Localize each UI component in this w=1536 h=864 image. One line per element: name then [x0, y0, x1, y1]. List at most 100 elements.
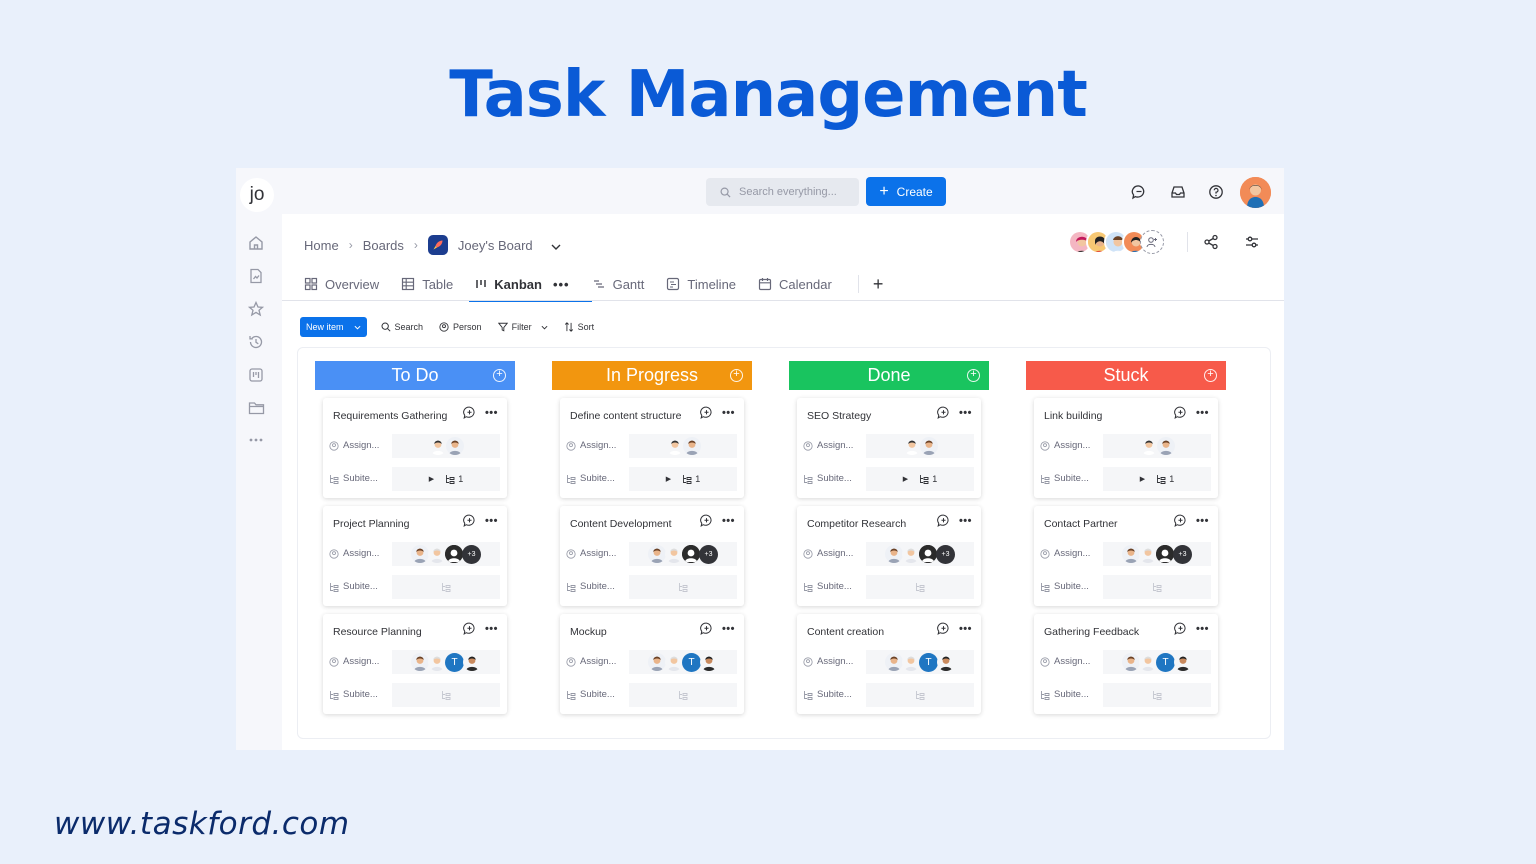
- subitems-box[interactable]: [392, 683, 500, 707]
- assignee-value[interactable]: +3: [866, 542, 974, 566]
- inbox-icon[interactable]: [1168, 182, 1188, 202]
- add-update-icon[interactable]: [463, 514, 476, 527]
- subitems-icon[interactable]: [678, 690, 688, 700]
- subitems-icon[interactable]: [441, 582, 451, 592]
- task-card[interactable]: Define content structure ••• Assign... Subi…: [560, 398, 744, 498]
- add-card-icon[interactable]: +: [967, 369, 980, 382]
- tab-gantt[interactable]: Gantt: [592, 270, 667, 298]
- card-menu-icon[interactable]: •••: [1196, 515, 1209, 527]
- add-update-icon[interactable]: [463, 622, 476, 635]
- card-menu-icon[interactable]: •••: [485, 515, 498, 527]
- share-icon[interactable]: [1201, 232, 1221, 252]
- tab-more-icon[interactable]: •••: [553, 277, 570, 292]
- tab-calendar[interactable]: Calendar: [758, 270, 854, 298]
- card-menu-icon[interactable]: •••: [722, 623, 735, 635]
- assignee-value[interactable]: +3: [629, 542, 737, 566]
- assignee-value[interactable]: [629, 434, 737, 458]
- breadcrumb-home[interactable]: Home: [304, 238, 339, 253]
- add-card-icon[interactable]: +: [493, 369, 506, 382]
- help-icon[interactable]: [1206, 182, 1226, 202]
- add-update-icon[interactable]: [1174, 406, 1187, 419]
- kanban-icon[interactable]: [247, 366, 265, 384]
- subitems-value[interactable]: ▶ 1: [903, 474, 937, 484]
- subitems-box[interactable]: ▶ 1: [392, 467, 500, 491]
- subitems-box[interactable]: [629, 683, 737, 707]
- home-icon[interactable]: [247, 234, 265, 252]
- card-menu-icon[interactable]: •••: [1196, 623, 1209, 635]
- card-menu-icon[interactable]: •••: [722, 515, 735, 527]
- history-icon[interactable]: [247, 333, 265, 351]
- subitems-box[interactable]: [629, 575, 737, 599]
- column-header[interactable]: Stuck +: [1026, 361, 1226, 390]
- add-update-icon[interactable]: [700, 514, 713, 527]
- subitems-box[interactable]: ▶ 1: [866, 467, 974, 491]
- subitems-value[interactable]: ▶ 1: [429, 474, 463, 484]
- subitems-icon[interactable]: [915, 582, 925, 592]
- folder-icon[interactable]: [247, 399, 265, 417]
- settings-sliders-icon[interactable]: [1242, 232, 1262, 252]
- create-button[interactable]: + Create: [866, 177, 946, 206]
- subitems-box[interactable]: ▶ 1: [629, 467, 737, 491]
- chat-icon[interactable]: [1129, 182, 1149, 202]
- subitems-icon[interactable]: [915, 690, 925, 700]
- assignee-value[interactable]: +3: [392, 542, 500, 566]
- assignee-value[interactable]: T: [1103, 650, 1211, 674]
- subitems-icon[interactable]: [1152, 582, 1162, 592]
- workspace-logo[interactable]: jo: [240, 178, 274, 212]
- tab-kanban[interactable]: Kanban •••: [469, 270, 592, 302]
- add-update-icon[interactable]: [700, 406, 713, 419]
- assignee-value[interactable]: [392, 434, 500, 458]
- task-card[interactable]: SEO Strategy ••• Assign... Subite... ▶ 1: [797, 398, 981, 498]
- more-assignees-badge[interactable]: +3: [699, 544, 718, 564]
- search-button[interactable]: Search: [381, 322, 423, 332]
- breadcrumb-boards[interactable]: Boards: [363, 238, 404, 253]
- add-person-icon[interactable]: [1140, 230, 1164, 254]
- task-card[interactable]: Mockup ••• Assign... T Subite...: [560, 614, 744, 714]
- assignee-value[interactable]: +3: [1103, 542, 1211, 566]
- subitems-box[interactable]: [1103, 683, 1211, 707]
- column-header[interactable]: In Progress +: [552, 361, 752, 390]
- assignee-value[interactable]: [1103, 434, 1211, 458]
- task-card[interactable]: Project Planning ••• Assign... +3 Subite...: [323, 506, 507, 606]
- add-card-icon[interactable]: +: [1204, 369, 1217, 382]
- task-card[interactable]: Contact Partner ••• Assign... +3 Subite...: [1034, 506, 1218, 606]
- task-card[interactable]: Resource Planning ••• Assign... T Subite...: [323, 614, 507, 714]
- add-update-icon[interactable]: [1174, 514, 1187, 527]
- column-header[interactable]: To Do +: [315, 361, 515, 390]
- card-menu-icon[interactable]: •••: [959, 407, 972, 419]
- more-assignees-badge[interactable]: +3: [1173, 544, 1192, 564]
- subitems-box[interactable]: ▶ 1: [1103, 467, 1211, 491]
- assignee-value[interactable]: [866, 434, 974, 458]
- person-button[interactable]: Person: [439, 322, 482, 332]
- subitems-box[interactable]: [866, 683, 974, 707]
- subitems-icon[interactable]: [1152, 690, 1162, 700]
- board-members[interactable]: [1068, 230, 1164, 258]
- card-menu-icon[interactable]: •••: [1196, 407, 1209, 419]
- global-search[interactable]: Search everything...: [706, 178, 859, 206]
- tab-timeline[interactable]: Timeline: [666, 270, 758, 298]
- add-view-icon[interactable]: +: [873, 274, 884, 295]
- report-icon[interactable]: [247, 267, 265, 285]
- more-assignees-badge[interactable]: +3: [936, 544, 955, 564]
- subitems-icon[interactable]: [441, 690, 451, 700]
- task-card[interactable]: Gathering Feedback ••• Assign... T Subite...: [1034, 614, 1218, 714]
- assignee-value[interactable]: T: [866, 650, 974, 674]
- assignee-value[interactable]: T: [392, 650, 500, 674]
- card-menu-icon[interactable]: •••: [485, 623, 498, 635]
- column-header[interactable]: Done +: [789, 361, 989, 390]
- task-card[interactable]: Content creation ••• Assign... T Subite...: [797, 614, 981, 714]
- subitems-value[interactable]: ▶ 1: [1140, 474, 1174, 484]
- star-icon[interactable]: [247, 300, 265, 318]
- card-menu-icon[interactable]: •••: [722, 407, 735, 419]
- card-menu-icon[interactable]: •••: [485, 407, 498, 419]
- add-update-icon[interactable]: [937, 514, 950, 527]
- new-item-button[interactable]: New item: [300, 317, 367, 337]
- task-card[interactable]: Link building ••• Assign... Subite... ▶ 1: [1034, 398, 1218, 498]
- subitems-icon[interactable]: [678, 582, 688, 592]
- filter-button[interactable]: Filter: [497, 322, 548, 332]
- task-card[interactable]: Content Development ••• Assign... +3 Subite.…: [560, 506, 744, 606]
- tab-table[interactable]: Table: [401, 270, 475, 298]
- add-update-icon[interactable]: [1174, 622, 1187, 635]
- assignee-value[interactable]: T: [629, 650, 737, 674]
- chevron-down-icon[interactable]: [551, 238, 561, 253]
